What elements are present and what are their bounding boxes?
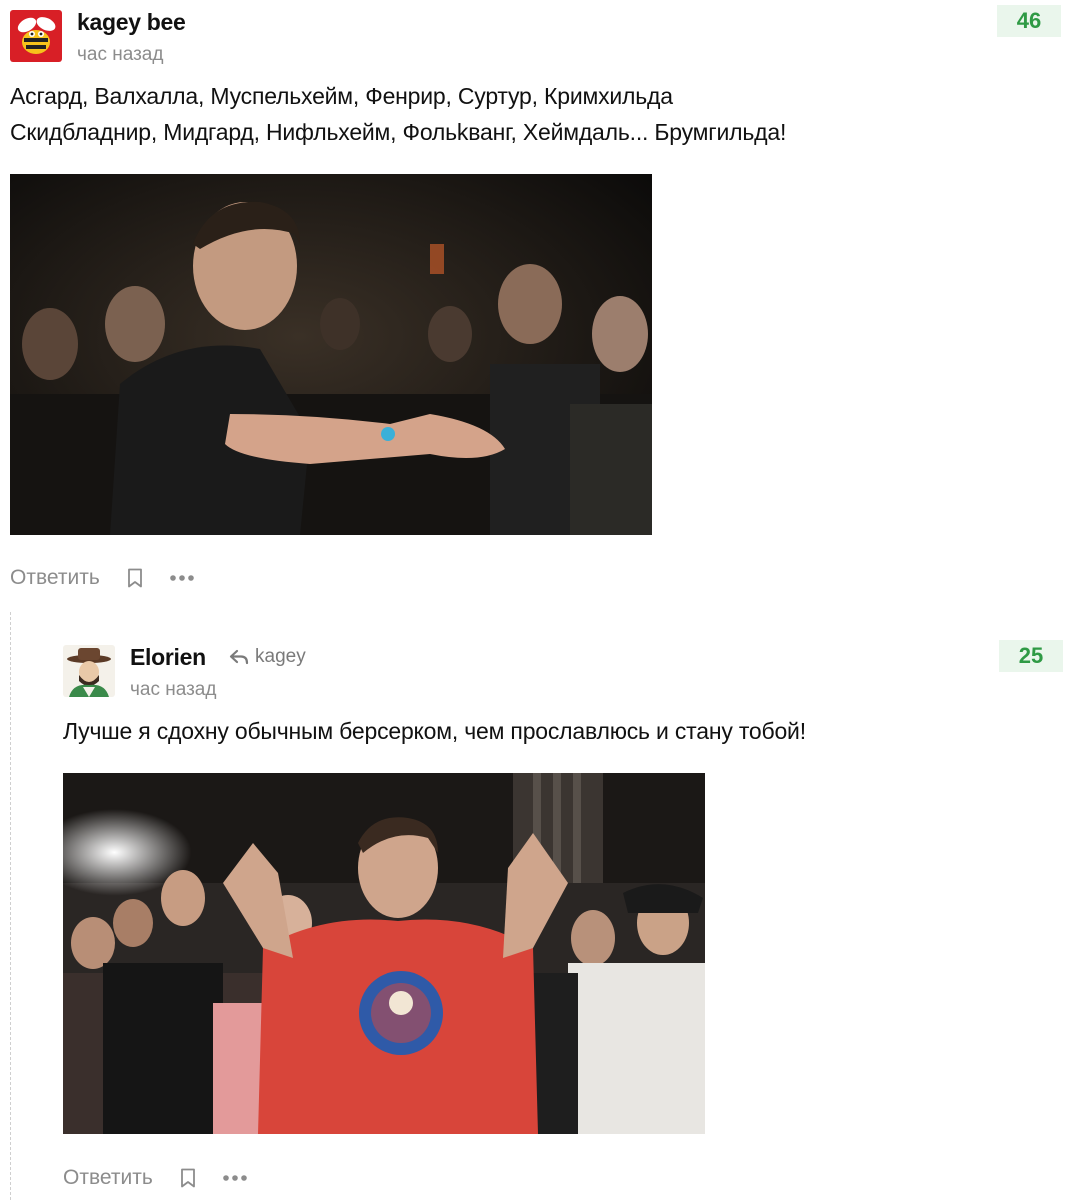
comment-text: Лучше я сдохну обычным берсерком, чем пр… xyxy=(63,713,806,749)
reply-button[interactable]: Ответить xyxy=(63,1166,153,1190)
comment-time[interactable]: час назад xyxy=(130,679,216,701)
comment-text-line: Асгард, Валхалла, Муспельхейм, Фенрир, С… xyxy=(10,83,673,109)
bookmark-icon[interactable] xyxy=(180,1168,196,1188)
comment-actions: Ответить xyxy=(10,566,195,590)
reply-to-name[interactable]: kagey xyxy=(255,646,306,668)
battle-photo-man-gesturing xyxy=(10,174,652,535)
comment-text-line: Скидбладнир, Мидгард, Нифльхейм, Фольkва… xyxy=(10,119,787,145)
comment-image[interactable] xyxy=(63,773,705,1134)
more-options-icon[interactable] xyxy=(222,1174,248,1182)
rating-badge: 46 xyxy=(997,5,1061,37)
comment-time[interactable]: час назад xyxy=(77,44,163,66)
bookmark-icon[interactable] xyxy=(127,568,143,588)
more-options-icon[interactable] xyxy=(169,574,195,582)
comment-image[interactable] xyxy=(10,174,652,535)
cowboy-avatar-icon xyxy=(63,645,115,697)
reply-button[interactable]: Ответить xyxy=(10,566,100,590)
author-name[interactable]: Elorien xyxy=(130,644,206,671)
avatar[interactable] xyxy=(63,645,115,697)
comment-actions: Ответить xyxy=(63,1166,248,1190)
comment-text-line: Лучше я сдохну обычным берсерком, чем пр… xyxy=(63,718,806,744)
battle-photo-man-red-shirt xyxy=(63,773,705,1134)
avatar[interactable] xyxy=(10,10,62,62)
thread-line xyxy=(10,612,11,1200)
rating-badge: 25 xyxy=(999,640,1063,672)
bee-avatar-icon xyxy=(10,10,62,62)
comment-text: Асгард, Валхалла, Муспельхейм, Фенрир, С… xyxy=(10,78,786,150)
reply-arrow-icon xyxy=(229,649,249,665)
reply-to-link[interactable]: kagey xyxy=(229,646,306,668)
author-name[interactable]: kagey bee xyxy=(77,9,186,36)
